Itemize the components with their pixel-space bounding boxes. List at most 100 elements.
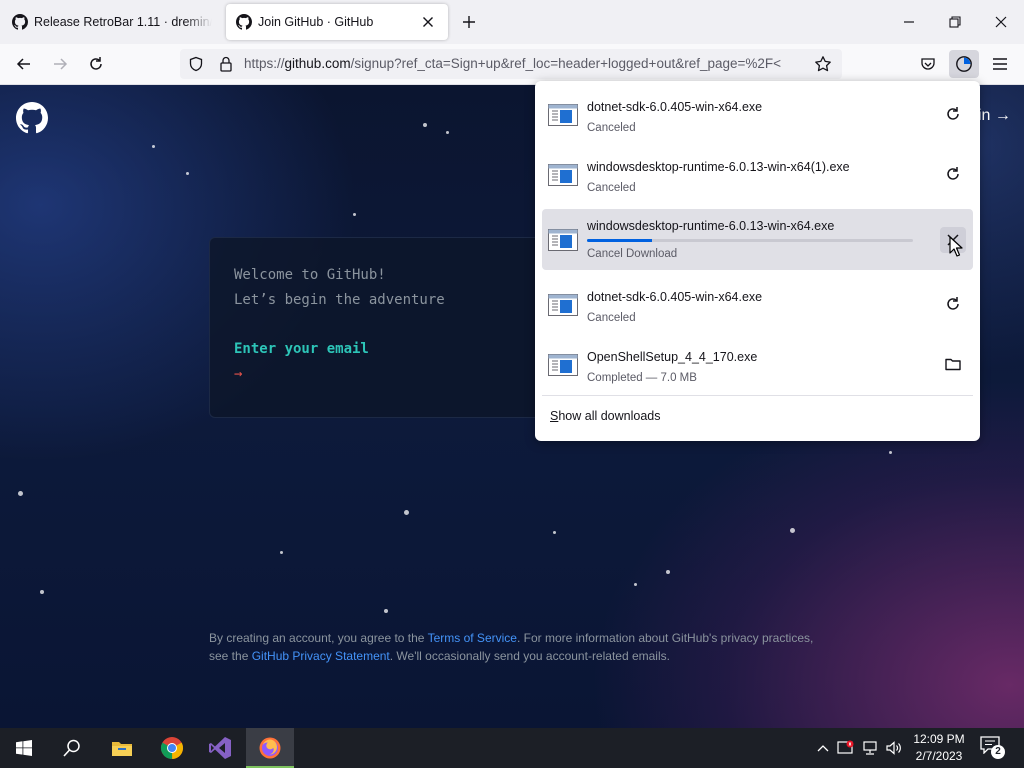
pocket-icon (921, 58, 935, 70)
show-in-folder-button[interactable] (940, 351, 966, 377)
tab-title: Release RetroBar 1.11 · dremin/RetroBar (34, 15, 212, 29)
tab-strip: Release RetroBar 1.11 · dremin/RetroBar … (0, 0, 1024, 44)
mouse-cursor-icon (949, 236, 963, 257)
hamburger-menu-icon (993, 58, 1007, 70)
download-item-in-progress[interactable]: windowsdesktop-runtime-6.0.13-win-x64.ex… (542, 209, 973, 270)
clock-time: 12:09 PM (913, 732, 965, 746)
tab-join-github[interactable]: Join GitHub · GitHub (226, 4, 448, 40)
star-decoration (404, 510, 409, 515)
legal-notice: By creating an account, you agree to the… (209, 629, 819, 665)
windows-taskbar: 12:09 PM 2/7/2023 2 (0, 728, 1024, 768)
tab-retrobar-release[interactable]: Release RetroBar 1.11 · dremin/RetroBar (2, 4, 222, 40)
tab-title: Join GitHub · GitHub (258, 15, 374, 29)
download-item[interactable]: OpenShellSetup_4_4_170.exe Completed — 7… (542, 335, 973, 393)
github-logo-icon[interactable] (16, 102, 48, 134)
network-button[interactable] (860, 738, 880, 758)
email-input-prompt[interactable]: → (234, 366, 242, 382)
download-filename: dotnet-sdk-6.0.405-win-x64.exe (587, 290, 763, 304)
star-decoration (186, 172, 189, 175)
shield-icon[interactable] (188, 56, 204, 72)
download-progress-bar (587, 239, 913, 242)
minimize-button[interactable] (894, 8, 924, 36)
bookmark-star-icon[interactable] (814, 55, 832, 73)
taskbar-firefox[interactable] (246, 728, 294, 768)
download-status: Cancel Download (587, 248, 678, 260)
clock-date: 2/7/2023 (915, 749, 963, 763)
exe-file-icon (548, 164, 578, 186)
download-filename: dotnet-sdk-6.0.405-win-x64.exe (587, 100, 763, 114)
download-filename: windowsdesktop-runtime-6.0.13-win-x64(1)… (587, 160, 850, 174)
retry-download-button[interactable] (940, 161, 966, 187)
folder-icon (945, 358, 961, 371)
chevron-up-icon (817, 745, 829, 752)
download-item[interactable]: dotnet-sdk-6.0.405-win-x64.exe Canceled (542, 85, 973, 143)
download-status: Canceled (587, 122, 636, 134)
download-status: Completed — 7.0 MB (587, 372, 697, 384)
navigation-toolbar: https://github.com/signup?ref_cta=Sign+u… (0, 44, 1024, 85)
visual-studio-icon (209, 737, 231, 759)
exe-file-icon (548, 294, 578, 316)
download-filename: windowsdesktop-runtime-6.0.13-win-x64.ex… (587, 219, 835, 233)
close-icon (995, 16, 1007, 28)
tray-app-button[interactable] (836, 738, 856, 758)
close-tab-button[interactable] (418, 12, 438, 32)
downloads-button[interactable] (949, 50, 979, 78)
menu-button[interactable] (985, 50, 1015, 78)
back-button[interactable] (9, 50, 39, 78)
retry-download-button[interactable] (940, 291, 966, 317)
back-arrow-icon (16, 58, 30, 70)
download-item[interactable]: dotnet-sdk-6.0.405-win-x64.exe Canceled (542, 275, 973, 333)
star-decoration (423, 123, 427, 127)
address-bar[interactable]: https://github.com/signup?ref_cta=Sign+u… (180, 49, 842, 79)
email-label: Enter your email (234, 341, 369, 357)
new-tab-button[interactable] (458, 11, 480, 33)
notification-count-badge: 2 (991, 745, 1005, 759)
show-hidden-icons-button[interactable] (813, 738, 833, 758)
search-button[interactable] (48, 728, 96, 768)
pocket-button[interactable] (913, 50, 943, 78)
download-status: Canceled (587, 182, 636, 194)
star-decoration (553, 531, 556, 534)
file-explorer-icon (112, 742, 132, 756)
close-window-button[interactable] (986, 8, 1016, 36)
taskbar-visual-studio[interactable] (196, 728, 244, 768)
exe-file-icon (548, 354, 578, 376)
minimize-icon (904, 21, 914, 23)
close-icon (423, 17, 433, 27)
lock-icon[interactable] (218, 55, 234, 73)
star-decoration (889, 451, 892, 454)
download-item[interactable]: windowsdesktop-runtime-6.0.13-win-x64(1)… (542, 145, 973, 203)
firefox-icon (259, 737, 281, 759)
star-decoration (384, 609, 388, 613)
star-decoration (446, 131, 449, 134)
taskbar-chrome[interactable] (148, 728, 196, 768)
github-icon (12, 14, 28, 30)
taskbar-file-explorer[interactable] (98, 728, 146, 768)
retry-icon (947, 297, 959, 310)
action-center-button[interactable]: 2 (980, 736, 1006, 760)
system-clock[interactable]: 12:09 PM 2/7/2023 (906, 731, 972, 765)
download-filename: OpenShellSetup_4_4_170.exe (587, 350, 758, 364)
retry-download-button[interactable] (940, 101, 966, 127)
star-decoration (18, 491, 23, 496)
windows-logo-icon (16, 740, 32, 756)
forward-button[interactable] (45, 50, 75, 78)
star-decoration (280, 551, 283, 554)
reload-button[interactable] (81, 50, 111, 78)
legal-text: By creating an account, you agree to the (209, 631, 428, 645)
restore-button[interactable] (940, 8, 970, 36)
network-icon (863, 741, 877, 755)
privacy-statement-link[interactable]: GitHub Privacy Statement (252, 649, 390, 663)
star-decoration (634, 583, 637, 586)
reload-icon (90, 57, 102, 70)
sign-in-link[interactable]: in → (978, 107, 1011, 125)
start-button[interactable] (0, 728, 48, 768)
chrome-icon (161, 737, 184, 760)
show-all-downloads-button[interactable]: Show all downloads (550, 409, 661, 423)
url-scheme: https:// (244, 56, 285, 71)
url-text[interactable]: https://github.com/signup?ref_cta=Sign+u… (244, 56, 802, 71)
terms-of-service-link[interactable]: Terms of Service (428, 631, 517, 645)
volume-button[interactable] (884, 738, 904, 758)
github-icon (236, 14, 252, 30)
exe-file-icon (548, 229, 578, 251)
